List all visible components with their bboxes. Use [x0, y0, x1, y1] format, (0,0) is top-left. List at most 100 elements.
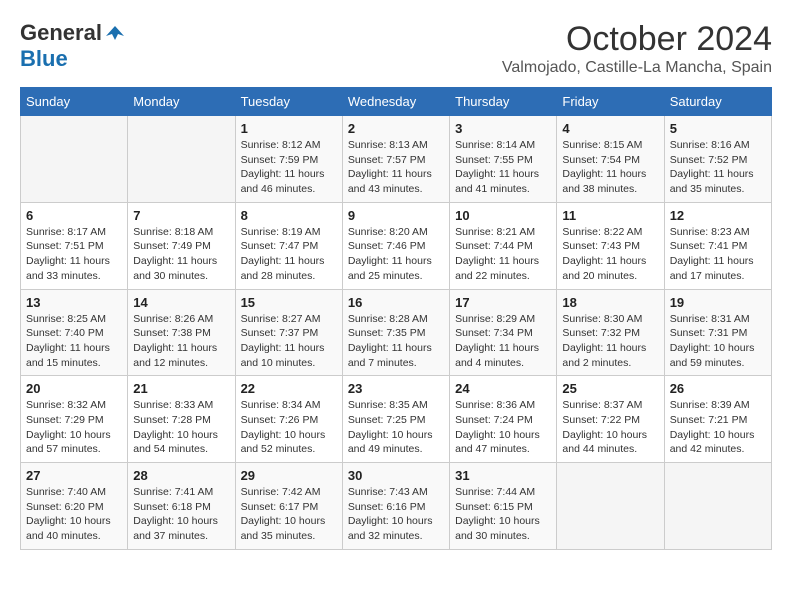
- day-cell: 6 Sunrise: 8:17 AMSunset: 7:51 PMDaylight…: [21, 202, 128, 289]
- day-number: 29: [241, 468, 337, 483]
- calendar-body: 1 Sunrise: 8:12 AMSunset: 7:59 PMDaylight…: [21, 116, 772, 550]
- month-title: October 2024: [502, 20, 772, 59]
- day-number: 2: [348, 121, 444, 136]
- day-cell: 20 Sunrise: 8:32 AMSunset: 7:29 PMDayligh…: [21, 376, 128, 463]
- day-cell: 10 Sunrise: 8:21 AMSunset: 7:44 PMDayligh…: [450, 202, 557, 289]
- day-number: 11: [562, 208, 658, 223]
- week-row-3: 13Sunrise: 8:25 AMSunset: 7:40 PMDayligh…: [21, 289, 772, 376]
- day-number: 28: [133, 468, 229, 483]
- day-cell: [557, 463, 664, 550]
- logo-blue-text: Blue: [20, 46, 68, 71]
- day-number: 30: [348, 468, 444, 483]
- weekday-header-thursday: Thursday: [450, 88, 557, 116]
- day-number: 12: [670, 208, 766, 223]
- day-info: Sunrise: 8:21 AMSunset: 7:44 PMDaylight:…: [455, 225, 551, 284]
- day-cell: 13Sunrise: 8:25 AMSunset: 7:40 PMDayligh…: [21, 289, 128, 376]
- day-info: Sunrise: 8:31 AMSunset: 7:31 PMDaylight:…: [670, 312, 766, 371]
- day-cell: [128, 116, 235, 203]
- day-cell: 7Sunrise: 8:18 AMSunset: 7:49 PMDaylight…: [128, 202, 235, 289]
- day-cell: 4 Sunrise: 8:15 AMSunset: 7:54 PMDaylight…: [557, 116, 664, 203]
- day-cell: 15 Sunrise: 8:27 AMSunset: 7:37 PMDayligh…: [235, 289, 342, 376]
- day-cell: 23Sunrise: 8:35 AMSunset: 7:25 PMDayligh…: [342, 376, 449, 463]
- day-info: Sunrise: 8:17 AMSunset: 7:51 PMDaylight:…: [26, 225, 122, 284]
- title-area: October 2024 Valmojado, Castille-La Manc…: [502, 20, 772, 77]
- day-number: 6: [26, 208, 122, 223]
- day-info: Sunrise: 8:15 AMSunset: 7:54 PMDaylight:…: [562, 138, 658, 197]
- calendar-table: SundayMondayTuesdayWednesdayThursdayFrid…: [20, 87, 772, 550]
- day-cell: 27 Sunrise: 7:40 AMSunset: 6:20 PMDayligh…: [21, 463, 128, 550]
- day-number: 5: [670, 121, 766, 136]
- day-cell: [664, 463, 771, 550]
- day-cell: 16 Sunrise: 8:28 AMSunset: 7:35 PMDayligh…: [342, 289, 449, 376]
- weekday-header-sunday: Sunday: [21, 88, 128, 116]
- day-number: 13: [26, 295, 122, 310]
- day-info: Sunrise: 7:44 AMSunset: 6:15 PMDaylight:…: [455, 485, 551, 544]
- week-row-1: 1 Sunrise: 8:12 AMSunset: 7:59 PMDaylight…: [21, 116, 772, 203]
- day-info: Sunrise: 8:30 AMSunset: 7:32 PMDaylight:…: [562, 312, 658, 371]
- day-cell: 12Sunrise: 8:23 AMSunset: 7:41 PMDayligh…: [664, 202, 771, 289]
- day-info: Sunrise: 8:35 AMSunset: 7:25 PMDaylight:…: [348, 398, 444, 457]
- day-info: Sunrise: 7:43 AMSunset: 6:16 PMDaylight:…: [348, 485, 444, 544]
- day-info: Sunrise: 8:28 AMSunset: 7:35 PMDaylight:…: [348, 312, 444, 371]
- weekday-header-friday: Friday: [557, 88, 664, 116]
- day-number: 7: [133, 208, 229, 223]
- weekday-row: SundayMondayTuesdayWednesdayThursdayFrid…: [21, 88, 772, 116]
- day-info: Sunrise: 8:14 AMSunset: 7:55 PMDaylight:…: [455, 138, 551, 197]
- day-cell: 8 Sunrise: 8:19 AMSunset: 7:47 PMDaylight…: [235, 202, 342, 289]
- day-info: Sunrise: 8:37 AMSunset: 7:22 PMDaylight:…: [562, 398, 658, 457]
- weekday-header-tuesday: Tuesday: [235, 88, 342, 116]
- day-number: 1: [241, 121, 337, 136]
- day-info: Sunrise: 8:36 AMSunset: 7:24 PMDaylight:…: [455, 398, 551, 457]
- week-row-4: 20 Sunrise: 8:32 AMSunset: 7:29 PMDayligh…: [21, 376, 772, 463]
- day-info: Sunrise: 8:34 AMSunset: 7:26 PMDaylight:…: [241, 398, 337, 457]
- day-cell: 30 Sunrise: 7:43 AMSunset: 6:16 PMDayligh…: [342, 463, 449, 550]
- day-cell: 14 Sunrise: 8:26 AMSunset: 7:38 PMDayligh…: [128, 289, 235, 376]
- day-cell: 25 Sunrise: 8:37 AMSunset: 7:22 PMDayligh…: [557, 376, 664, 463]
- day-info: Sunrise: 7:41 AMSunset: 6:18 PMDaylight:…: [133, 485, 229, 544]
- weekday-header-monday: Monday: [128, 88, 235, 116]
- day-number: 24: [455, 381, 551, 396]
- day-cell: 24 Sunrise: 8:36 AMSunset: 7:24 PMDayligh…: [450, 376, 557, 463]
- day-cell: 11 Sunrise: 8:22 AMSunset: 7:43 PMDayligh…: [557, 202, 664, 289]
- header: General Blue October 2024 Valmojado, Cas…: [20, 20, 772, 77]
- logo-general-text: General: [20, 20, 102, 46]
- day-cell: 21Sunrise: 8:33 AMSunset: 7:28 PMDayligh…: [128, 376, 235, 463]
- day-number: 27: [26, 468, 122, 483]
- day-cell: 18Sunrise: 8:30 AMSunset: 7:32 PMDayligh…: [557, 289, 664, 376]
- day-cell: 17Sunrise: 8:29 AMSunset: 7:34 PMDayligh…: [450, 289, 557, 376]
- day-number: 22: [241, 381, 337, 396]
- weekday-header-saturday: Saturday: [664, 88, 771, 116]
- day-info: Sunrise: 8:19 AMSunset: 7:47 PMDaylight:…: [241, 225, 337, 284]
- day-number: 21: [133, 381, 229, 396]
- day-info: Sunrise: 8:16 AMSunset: 7:52 PMDaylight:…: [670, 138, 766, 197]
- day-info: Sunrise: 8:39 AMSunset: 7:21 PMDaylight:…: [670, 398, 766, 457]
- day-info: Sunrise: 8:20 AMSunset: 7:46 PMDaylight:…: [348, 225, 444, 284]
- day-info: Sunrise: 8:26 AMSunset: 7:38 PMDaylight:…: [133, 312, 229, 371]
- day-cell: 2Sunrise: 8:13 AMSunset: 7:57 PMDaylight…: [342, 116, 449, 203]
- day-number: 25: [562, 381, 658, 396]
- day-info: Sunrise: 8:29 AMSunset: 7:34 PMDaylight:…: [455, 312, 551, 371]
- day-number: 4: [562, 121, 658, 136]
- day-number: 20: [26, 381, 122, 396]
- day-number: 10: [455, 208, 551, 223]
- day-cell: 5 Sunrise: 8:16 AMSunset: 7:52 PMDaylight…: [664, 116, 771, 203]
- day-cell: 3Sunrise: 8:14 AMSunset: 7:55 PMDaylight…: [450, 116, 557, 203]
- day-number: 8: [241, 208, 337, 223]
- day-cell: 29Sunrise: 7:42 AMSunset: 6:17 PMDayligh…: [235, 463, 342, 550]
- calendar-header: SundayMondayTuesdayWednesdayThursdayFrid…: [21, 88, 772, 116]
- day-cell: 19Sunrise: 8:31 AMSunset: 7:31 PMDayligh…: [664, 289, 771, 376]
- day-number: 15: [241, 295, 337, 310]
- logo: General Blue: [20, 20, 126, 72]
- day-number: 16: [348, 295, 444, 310]
- logo-bird-icon: [104, 22, 126, 44]
- day-cell: 22 Sunrise: 8:34 AMSunset: 7:26 PMDayligh…: [235, 376, 342, 463]
- day-info: Sunrise: 8:32 AMSunset: 7:29 PMDaylight:…: [26, 398, 122, 457]
- day-info: Sunrise: 7:40 AMSunset: 6:20 PMDaylight:…: [26, 485, 122, 544]
- week-row-2: 6 Sunrise: 8:17 AMSunset: 7:51 PMDaylight…: [21, 202, 772, 289]
- day-info: Sunrise: 8:27 AMSunset: 7:37 PMDaylight:…: [241, 312, 337, 371]
- day-number: 14: [133, 295, 229, 310]
- day-number: 9: [348, 208, 444, 223]
- day-info: Sunrise: 8:22 AMSunset: 7:43 PMDaylight:…: [562, 225, 658, 284]
- day-info: Sunrise: 8:12 AMSunset: 7:59 PMDaylight:…: [241, 138, 337, 197]
- day-number: 26: [670, 381, 766, 396]
